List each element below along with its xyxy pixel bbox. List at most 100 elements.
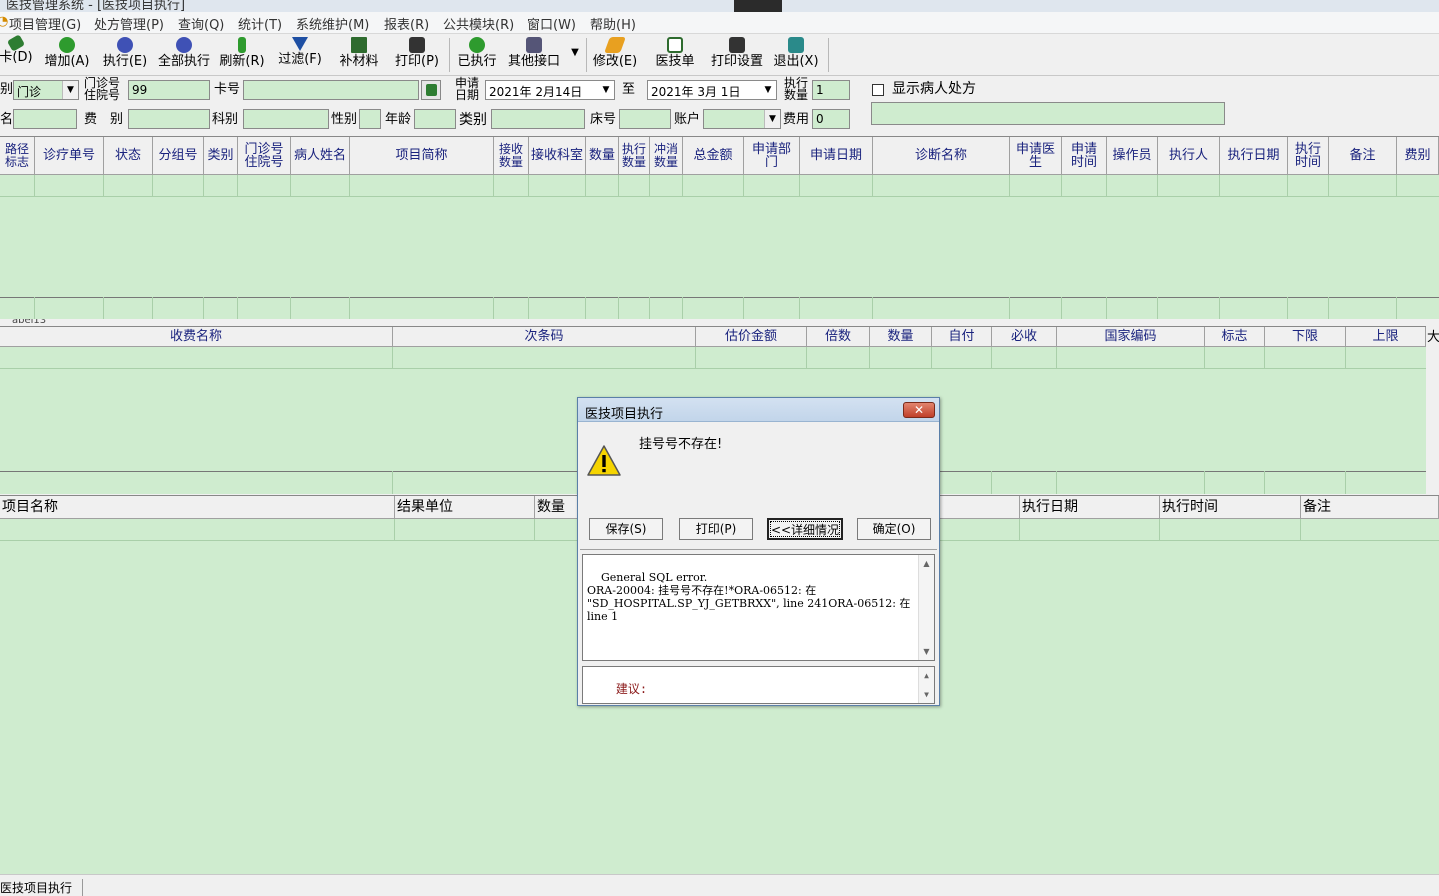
supplement-button[interactable]: 补材料 (336, 36, 382, 69)
error-detail-text[interactable]: General SQL error. ORA-20004: 挂号号不存在!*OR… (582, 554, 935, 661)
medical-form-button[interactable]: 医技单 (654, 36, 696, 69)
col-item-name[interactable]: 项目简称 (350, 137, 494, 175)
executed-button[interactable]: 已执行 (456, 36, 498, 69)
col-estimated-amount[interactable]: 估价金额 (696, 327, 807, 347)
col-project-name[interactable]: 项目名称 (0, 496, 395, 519)
execute-button[interactable]: 执行(E) (102, 36, 148, 69)
visit-type-select[interactable]: 门诊 ▼ (13, 80, 79, 100)
dialog-title-bar[interactable]: 医技项目执行 ✕ (578, 398, 939, 422)
filter-button[interactable]: 过滤(F) (277, 36, 323, 67)
col-exec-qty[interactable]: 执行数量 (619, 137, 650, 175)
col-multiplier[interactable]: 倍数 (807, 327, 870, 347)
exec-qty-input[interactable]: 1 (812, 80, 850, 100)
col-group-no[interactable]: 分组号 (153, 137, 204, 175)
col-apply-doctor[interactable]: 申请医生 (1010, 137, 1062, 175)
col-upper-limit[interactable]: 上限 (1346, 327, 1426, 347)
print-button[interactable]: 打印(P) (394, 36, 440, 69)
apply-date-to-picker[interactable]: 2021年 3月 1日 ▼ (647, 80, 777, 100)
menu-item-project[interactable]: 项目管理(G) (9, 14, 81, 33)
age-input[interactable] (414, 109, 456, 129)
app-menu-icon[interactable]: ◔ (0, 14, 8, 29)
splitter[interactable]: abel13 (0, 319, 1439, 326)
print-settings-button[interactable]: 打印设置 (708, 36, 766, 69)
name-input[interactable] (13, 109, 77, 129)
col-flag[interactable]: 标志 (1205, 327, 1265, 347)
show-rx-checkbox[interactable] (872, 84, 884, 96)
toolbar-separator (586, 38, 587, 72)
col-quantity[interactable]: 数量 (586, 137, 619, 175)
sex-input[interactable] (359, 109, 381, 129)
col-exec-time3[interactable]: 执行时间 (1160, 496, 1301, 519)
menu-item-prescription[interactable]: 处方管理(P) (94, 14, 164, 33)
name-label: 名 (0, 112, 14, 127)
col-path-flag[interactable]: 路径标志 (0, 137, 35, 175)
category-input[interactable] (491, 109, 585, 129)
exit-button[interactable]: 退出(X) (772, 36, 820, 69)
col-order-no[interactable]: 诊疗单号 (35, 137, 104, 175)
window-control-icon[interactable] (734, 0, 782, 12)
col-remark3[interactable]: 备注 (1301, 496, 1439, 519)
patient-prescription-box[interactable] (871, 102, 1225, 125)
dialog-ok-button[interactable]: 确定(O) (857, 518, 931, 540)
col-apply-time[interactable]: 申请时间 (1062, 137, 1107, 175)
outpatient-no-input[interactable]: 99 (128, 80, 210, 100)
col-operator[interactable]: 操作员 (1107, 137, 1158, 175)
dialog-save-button[interactable]: 保存(S) (589, 518, 663, 540)
fee-type-input[interactable] (128, 109, 210, 129)
dept-input[interactable] (243, 109, 329, 129)
account-select[interactable]: ▼ (703, 109, 781, 129)
cost-input[interactable]: 0 (812, 109, 850, 129)
col-lower-limit[interactable]: 下限 (1265, 327, 1346, 347)
execute-all-button[interactable]: 全部执行 (157, 36, 211, 69)
col-exec-date3[interactable]: 执行日期 (1020, 496, 1160, 519)
col-barcode[interactable]: 次条码 (393, 327, 696, 347)
detail-scrollbar[interactable]: ▲ ▼ (918, 555, 934, 660)
close-icon[interactable]: ✕ (903, 402, 935, 418)
col-self-pay[interactable]: 自付 (932, 327, 992, 347)
card-button[interactable]: 卡(D) (0, 34, 36, 65)
dialog-details-button[interactable]: <<详细情况 (767, 518, 843, 540)
menu-item-query[interactable]: 查询(Q) (178, 14, 224, 33)
dialog-print-button[interactable]: 打印(P) (679, 518, 753, 540)
col-patient-name[interactable]: 病人姓名 (291, 137, 350, 175)
col-result-unit[interactable]: 结果单位 (395, 496, 535, 519)
bed-input[interactable] (619, 109, 671, 129)
col-required[interactable]: 必收 (992, 327, 1057, 347)
col-remark[interactable]: 备注 (1329, 137, 1397, 175)
col-category[interactable]: 类别 (204, 137, 238, 175)
col-cancel-qty[interactable]: 冲消数量 (650, 137, 683, 175)
menu-item-statistics[interactable]: 统计(T) (238, 14, 282, 33)
col-exec-date[interactable]: 执行日期 (1220, 137, 1288, 175)
col-apply-dept[interactable]: 申请部门 (744, 137, 800, 175)
suggestion-scrollbar[interactable]: ▲ ▼ (918, 667, 934, 703)
col-total-amount[interactable]: 总金额 (683, 137, 744, 175)
col-diagnosis[interactable]: 诊断名称 (873, 137, 1010, 175)
col-executor[interactable]: 执行人 (1158, 137, 1220, 175)
suggestion-text[interactable]: 建议: ▲ ▼ (582, 666, 935, 704)
menu-item-help[interactable]: 帮助(H) (590, 14, 636, 33)
col-status[interactable]: 状态 (104, 137, 153, 175)
col-fee-type[interactable]: 费别 (1397, 137, 1439, 175)
card-reader-button[interactable] (421, 80, 441, 100)
col-quantity2[interactable]: 数量 (870, 327, 932, 347)
card-no-input[interactable] (243, 80, 419, 100)
col-exec-time[interactable]: 执行时间 (1288, 137, 1329, 175)
col-received-qty[interactable]: 接收数量 (494, 137, 529, 175)
col-received-dept[interactable]: 接收科室 (529, 137, 586, 175)
menu-item-system[interactable]: 系统维护(M) (296, 14, 369, 33)
status-tab[interactable]: 医技项目执行 (0, 879, 84, 896)
menu-item-window[interactable]: 窗口(W) (527, 14, 576, 33)
col-apply-date[interactable]: 申请日期 (800, 137, 873, 175)
menu-item-report[interactable]: 报表(R) (384, 14, 429, 33)
refresh-button[interactable]: 刷新(R) (219, 36, 265, 69)
menu-item-common[interactable]: 公共模块(R) (443, 14, 514, 33)
col-outpatient-no[interactable]: 门诊号住院号 (238, 137, 291, 175)
col-national-code[interactable]: 国家编码 (1057, 327, 1205, 347)
other-interface-button[interactable]: 其他接口 (506, 36, 562, 69)
execution-items-grid[interactable]: 路径标志 诊疗单号 状态 分组号 类别 门诊号住院号 病人姓名 项目简称 接收数… (0, 136, 1439, 319)
other-interface-dropdown[interactable]: ▼ (568, 44, 582, 59)
apply-date-from-picker[interactable]: 2021年 2月14日 ▼ (485, 80, 615, 100)
edit-button[interactable]: 修改(E) (592, 36, 638, 69)
add-button[interactable]: 增加(A) (44, 36, 90, 69)
col-charge-name[interactable]: 收费名称 (0, 327, 393, 347)
